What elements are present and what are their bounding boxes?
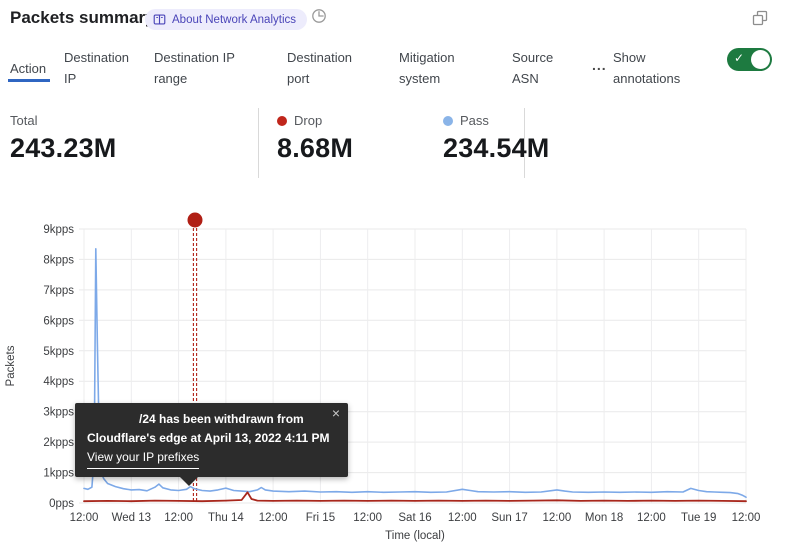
annotation-marker[interactable] xyxy=(188,213,203,228)
divider xyxy=(258,108,259,178)
dimension-tabs: Action Destination IP Destination IP ran… xyxy=(0,45,785,95)
x-tick-label: 12:00 xyxy=(70,512,99,524)
x-tick-label: 12:00 xyxy=(732,512,761,524)
x-tick-label: Tue 19 xyxy=(681,512,716,524)
x-tick-label: Fri 15 xyxy=(306,512,335,524)
y-tick-label: 3kpps xyxy=(43,407,74,419)
packets-time-series-chart: 0pps 1kpps 2kpps 3kpps 4kpps 5kpps 6kpps 7kpps 8… xyxy=(0,203,785,555)
show-annotations-label: Show annotations xyxy=(613,47,699,89)
pie-clock-icon[interactable] xyxy=(311,8,327,24)
drop-dot xyxy=(277,116,287,126)
show-annotations-toggle[interactable]: ✓ xyxy=(727,48,772,71)
copy-icon[interactable] xyxy=(752,10,768,26)
y-tick-label: 0pps xyxy=(49,498,74,510)
close-icon[interactable]: × xyxy=(332,406,340,420)
tab-action[interactable]: Action xyxy=(10,58,46,79)
tooltip-line1: /24 has been withdrawn from xyxy=(87,410,336,429)
y-tick-label: 8kpps xyxy=(43,254,74,266)
page-title: Packets summary xyxy=(10,8,155,28)
x-tick-label: 12:00 xyxy=(164,512,193,524)
more-tabs-button[interactable]: ... xyxy=(592,57,607,73)
y-tick-label: 2kpps xyxy=(43,437,74,449)
book-icon xyxy=(153,13,166,26)
y-axis-title: Packets xyxy=(5,345,17,386)
x-tick-label: 12:00 xyxy=(637,512,666,524)
x-tick-label: Mon 18 xyxy=(585,512,623,524)
x-axis-title: Time (local) xyxy=(385,530,445,542)
packets-summary-panel: Packets summary About Network Analytics … xyxy=(0,0,785,555)
x-tick-label: 12:00 xyxy=(448,512,477,524)
tab-destination-ip[interactable]: Destination IP xyxy=(64,47,144,89)
stat-drop: Drop 8.68M xyxy=(277,113,353,164)
stat-pass: Pass 234.54M xyxy=(443,113,549,164)
y-tick-label: 7kpps xyxy=(43,285,74,297)
stat-drop-label: Drop xyxy=(294,113,322,128)
x-tick-label: Sat 16 xyxy=(398,512,431,524)
y-tick-label: 5kpps xyxy=(43,346,74,358)
x-tick-label: 12:00 xyxy=(259,512,288,524)
tab-mitigation-system[interactable]: Mitigation system xyxy=(399,47,471,89)
x-tick-label: 12:00 xyxy=(543,512,572,524)
check-icon: ✓ xyxy=(734,51,744,65)
stat-drop-value: 8.68M xyxy=(277,133,353,164)
toggle-knob xyxy=(751,50,770,69)
stat-total-label: Total xyxy=(10,113,37,128)
x-tick-label: Sun 17 xyxy=(491,512,527,524)
x-tick-label: 12:00 xyxy=(353,512,382,524)
tab-source-asn[interactable]: Source ASN xyxy=(512,47,564,89)
stat-pass-value: 234.54M xyxy=(443,133,549,164)
x-tick-label: Wed 13 xyxy=(112,512,151,524)
badge-label: About Network Analytics xyxy=(172,14,296,26)
y-tick-label: 4kpps xyxy=(43,376,74,388)
stat-total: Total 243.23M xyxy=(10,113,116,164)
y-tick-label: 1kpps xyxy=(43,468,74,480)
tab-destination-ip-range[interactable]: Destination IP range xyxy=(154,47,246,89)
tooltip-arrow xyxy=(180,477,198,486)
x-tick-label: Thu 14 xyxy=(208,512,244,524)
annotation-tooltip: × /24 has been withdrawn from Cloudflare… xyxy=(75,403,348,477)
tooltip-line2: Cloudflare's edge at April 13, 2022 4:11… xyxy=(87,429,336,448)
summary-stats: Total 243.23M Drop 8.68M Pass 234.54M xyxy=(0,105,785,185)
stat-pass-label: Pass xyxy=(460,113,489,128)
about-network-analytics-badge[interactable]: About Network Analytics xyxy=(145,9,307,30)
y-tick-label: 6kpps xyxy=(43,315,74,327)
active-tab-underline xyxy=(8,79,50,82)
stat-total-value: 243.23M xyxy=(10,133,116,164)
pass-dot xyxy=(443,116,453,126)
y-tick-label: 9kpps xyxy=(43,224,74,236)
tab-destination-port[interactable]: Destination port xyxy=(287,47,365,89)
view-ip-prefixes-link[interactable]: View your IP prefixes xyxy=(87,448,199,468)
